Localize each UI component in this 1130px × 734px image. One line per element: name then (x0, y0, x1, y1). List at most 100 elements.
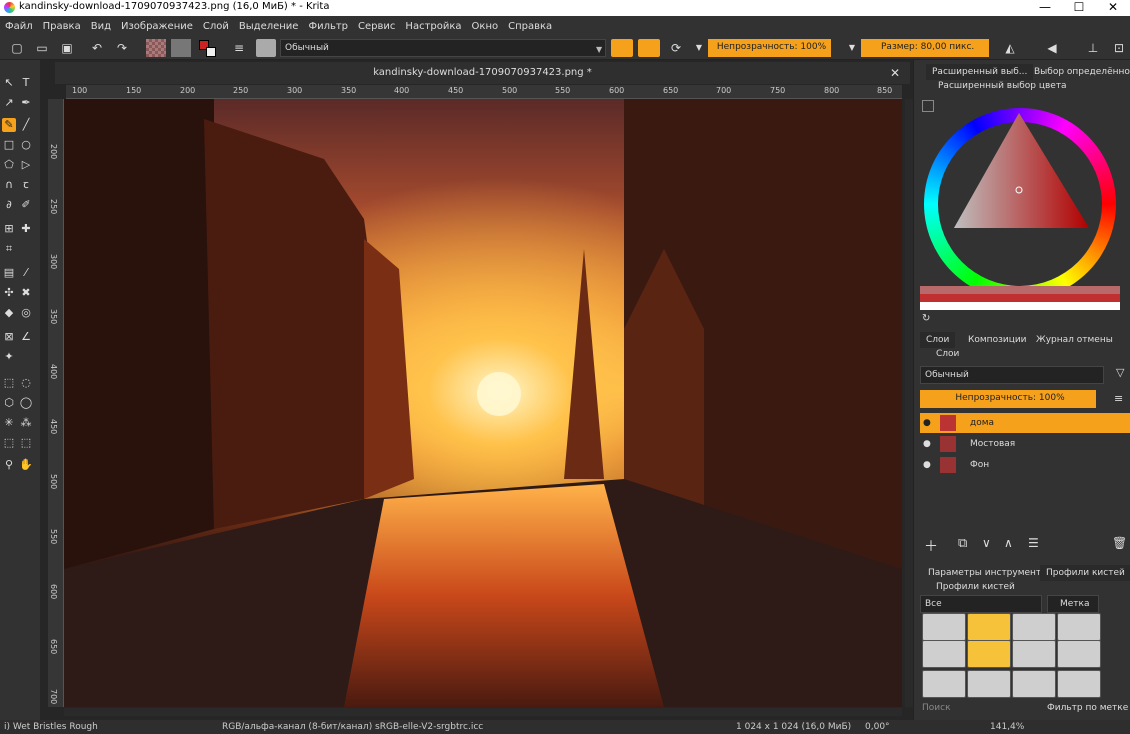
color-settings-icon[interactable] (922, 100, 934, 112)
crop-tool-icon[interactable]: ⌗ (2, 242, 16, 256)
rectangle-tool-icon[interactable]: □ (2, 138, 16, 152)
brush-preset-item[interactable] (967, 640, 1011, 668)
freehand-brush-icon[interactable]: ✎ (2, 118, 16, 132)
line-tool-icon[interactable]: ╱ (19, 118, 33, 132)
reference-tool-icon[interactable]: ✦ (2, 350, 16, 364)
layer-row[interactable]: ● Мостовая (920, 434, 1130, 454)
smart-patch-icon[interactable]: ✣ (2, 286, 16, 300)
menu-tools[interactable]: Сервис (353, 21, 400, 32)
canvas-only-icon[interactable]: ⊡ (1110, 39, 1128, 57)
filter-by-tag-checkbox[interactable]: Фильтр по метке (1047, 703, 1128, 713)
eye-icon[interactable]: ● (923, 413, 931, 433)
polygon-select-icon[interactable]: ⬡ (2, 396, 16, 410)
new-document-icon[interactable]: ▢ (8, 39, 26, 57)
close-window-button[interactable]: ✕ (1096, 0, 1130, 16)
transform-tool-icon[interactable]: ⊞ (2, 222, 16, 236)
menu-help[interactable]: Справка (503, 21, 557, 32)
move-layer-down-icon[interactable]: ∨ (982, 536, 991, 550)
colorize-mask-icon[interactable]: ✖ (19, 286, 33, 300)
size-slider[interactable]: Размер: 80,00 пикс. (861, 39, 989, 57)
tab-undo-history[interactable]: Журнал отмены (1030, 332, 1119, 348)
measure-tool-icon[interactable]: ∠ (19, 330, 33, 344)
brush-tag-button[interactable]: Метка (1047, 595, 1099, 613)
brush-preset-item[interactable] (922, 640, 966, 668)
vertical-scrollbar[interactable] (905, 99, 913, 707)
brush-preset-item[interactable] (1057, 640, 1101, 668)
rect-select-icon[interactable]: ⬚ (2, 376, 16, 390)
enclose-fill-icon[interactable]: ◎ (19, 306, 33, 320)
freehand-path-icon[interactable]: ꞇ (19, 178, 33, 192)
edit-brush-settings-icon[interactable]: ≡ (230, 39, 248, 57)
fill-pattern-icon[interactable] (171, 39, 191, 57)
text-tool-icon[interactable]: T (19, 76, 33, 90)
menu-edit[interactable]: Правка (38, 21, 86, 32)
magnetic-select-icon[interactable]: ⬚ (19, 436, 33, 450)
brush-preset-item[interactable] (1012, 670, 1056, 698)
reload-preset-icon[interactable]: ⟳ (667, 39, 685, 57)
fill-tool-icon[interactable]: ◆ (2, 306, 16, 320)
status-zoom[interactable]: 141,4% (990, 720, 1024, 734)
move-layer-up-icon[interactable]: ∧ (1004, 536, 1013, 550)
tab-advanced-color[interactable]: Расширенный выб... (926, 64, 1034, 80)
fill-gradient-icon[interactable] (146, 39, 166, 57)
opacity-slider[interactable]: Непрозрачность: 100% (708, 39, 831, 57)
color-triangle[interactable] (949, 108, 1099, 238)
mirror-horizontal-icon[interactable]: ◭ (1001, 39, 1019, 57)
bezier-select-icon[interactable]: ⬚ (2, 436, 16, 450)
menu-file[interactable]: Файл (0, 21, 38, 32)
color-sampler-icon[interactable]: ⁄ (19, 266, 33, 280)
brush-preset-item[interactable] (967, 613, 1011, 641)
open-document-icon[interactable]: ▭ (33, 39, 51, 57)
brush-preset-item[interactable] (1012, 640, 1056, 668)
layer-opacity-slider[interactable]: Непрозрачность: 100% (920, 390, 1096, 408)
eraser-mode-icon[interactable] (611, 39, 633, 57)
mirror-vertical-icon[interactable]: ◀ (1043, 39, 1061, 57)
menu-settings[interactable]: Настройка (400, 21, 466, 32)
zoom-tool-icon[interactable]: ⚲ (2, 458, 16, 472)
polyline-tool-icon[interactable]: ▷ (19, 158, 33, 172)
brush-search-input[interactable]: Поиск (922, 703, 951, 713)
eye-icon[interactable]: ● (923, 434, 931, 454)
chevron-down-icon[interactable]: ▼ (690, 39, 708, 57)
delete-layer-icon[interactable]: 🗑 (1112, 536, 1127, 550)
menu-icon[interactable]: ≡ (1114, 392, 1123, 405)
assistant-tool-icon[interactable]: ⊠ (2, 330, 16, 344)
tab-layers[interactable]: Слои (920, 332, 956, 348)
redo-icon[interactable]: ↷ (113, 39, 131, 57)
menu-window[interactable]: Окно (467, 21, 504, 32)
select-shapes-icon[interactable]: ↖ (2, 76, 16, 90)
preserve-alpha-icon[interactable] (638, 39, 660, 57)
contiguous-select-icon[interactable]: ✳ (2, 416, 16, 430)
refresh-icon[interactable]: ↻ (922, 313, 930, 324)
brush-preset-item[interactable] (1057, 613, 1101, 641)
pan-tool-icon[interactable]: ✋ (19, 458, 33, 472)
ellipse-tool-icon[interactable]: ○ (19, 138, 33, 152)
brush-filter-select[interactable]: Все (920, 595, 1042, 613)
layer-row[interactable]: ● дома (920, 413, 1130, 433)
brush-preset-item[interactable] (922, 670, 966, 698)
duplicate-layer-icon[interactable]: ⧉ (958, 536, 967, 551)
menu-view[interactable]: Вид (86, 21, 116, 32)
move-tool-icon[interactable]: ✚ (19, 222, 33, 236)
layer-row[interactable]: ● Фон (920, 455, 1130, 475)
eye-icon[interactable]: ● (923, 455, 931, 475)
dynamic-brush-icon[interactable]: ∂ (2, 198, 16, 212)
maximize-button[interactable]: ☐ (1062, 0, 1096, 16)
menu-filter[interactable]: Фильтр (303, 21, 353, 32)
tab-compositions[interactable]: Композиции (962, 332, 1033, 348)
chevron-down-icon[interactable]: ▼ (843, 39, 861, 57)
gradient-tool-icon[interactable]: ▤ (2, 266, 16, 280)
layer-blend-select[interactable]: Обычный (920, 366, 1104, 384)
brush-preset-item[interactable] (967, 670, 1011, 698)
tab-specific-color[interactable]: Выбор определённо... (1028, 64, 1130, 80)
brush-preset-item[interactable] (922, 613, 966, 641)
document-tab[interactable]: kandinsky-download-1709070937423.png * (55, 62, 910, 84)
background-color-icon[interactable] (206, 47, 216, 57)
save-document-icon[interactable]: ▣ (58, 39, 76, 57)
wrap-around-icon[interactable]: ⊥ (1084, 39, 1102, 57)
lasso-select-icon[interactable]: ◯ (19, 396, 33, 410)
blend-mode-select[interactable]: Обычный (280, 39, 606, 57)
brush-preset-icon[interactable] (256, 39, 276, 57)
calligraphy-icon[interactable]: ✒ (19, 96, 33, 110)
close-document-button[interactable]: ✕ (890, 66, 900, 80)
